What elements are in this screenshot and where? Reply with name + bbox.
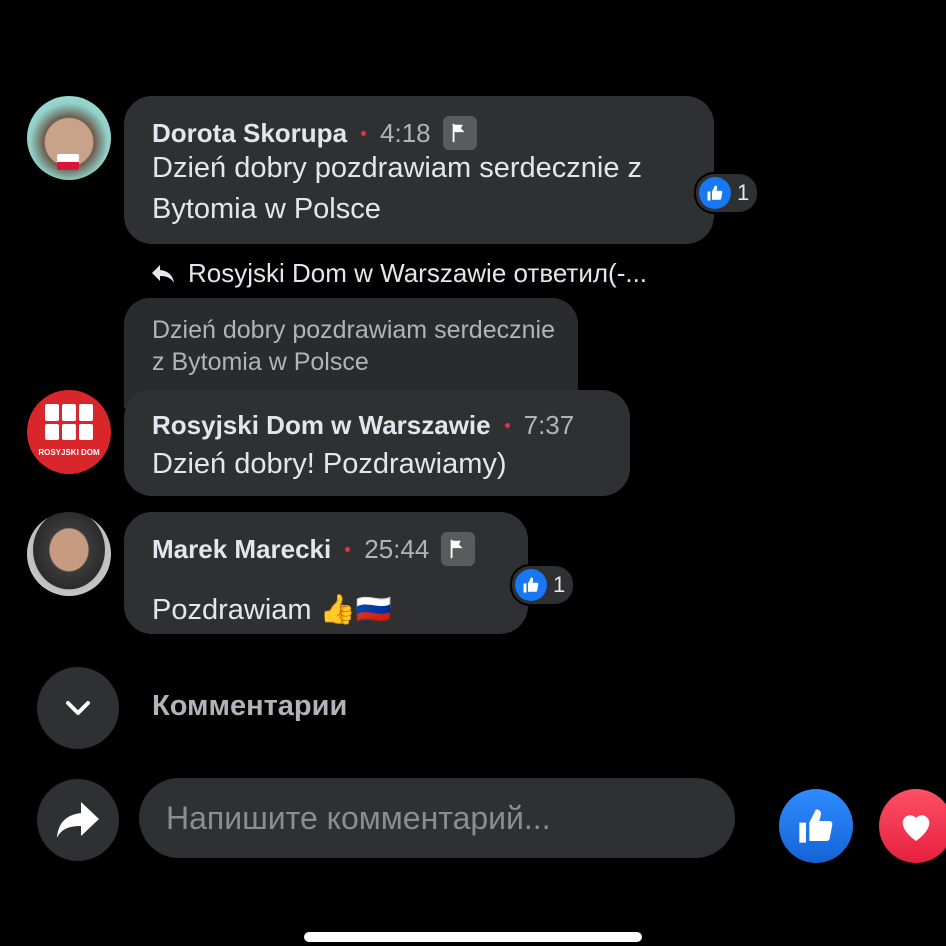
logo-text: ROSYJSKI DOM <box>38 448 100 457</box>
comment-time: 4:18 <box>380 117 431 148</box>
page-logo-icon <box>45 404 93 440</box>
separator-dot <box>361 130 367 136</box>
reaction-count-value: 1 <box>737 180 750 205</box>
quoted-text: Dzień dobry pozdrawiam serdecznie z Byto… <box>152 316 555 376</box>
top-fan-flag-icon <box>441 532 476 566</box>
home-indicator[interactable] <box>304 932 642 942</box>
separator-dot <box>504 423 510 428</box>
reply-header[interactable]: Rosyjski Dom w Warszawie ответил(-... <box>150 258 647 289</box>
comment-bubble[interactable]: Rosyjski Dom w Warszawie 7:37 Dzień dobr… <box>124 390 630 496</box>
thumbs-up-icon <box>515 569 547 601</box>
share-icon <box>57 802 99 838</box>
share-button[interactable] <box>37 779 119 861</box>
comment-meta: Dorota Skorupa 4:18 <box>152 116 477 150</box>
poland-flag-icon <box>57 154 79 170</box>
like-button[interactable] <box>779 789 853 863</box>
collapse-comments-button[interactable] <box>37 667 119 749</box>
avatar-rosyjski-dom[interactable]: ROSYJSKI DOM <box>27 390 111 474</box>
avatar-dorota-skorupa[interactable] <box>27 96 111 180</box>
comment-author[interactable]: Rosyjski Dom w Warszawie <box>152 410 491 441</box>
comments-section-label[interactable]: Комментарии <box>152 690 347 723</box>
comment-input[interactable] <box>139 778 735 858</box>
comment-text: Dzień dobry pozdrawiam serdecznie z Byto… <box>152 152 642 225</box>
chevron-down-icon <box>66 701 90 715</box>
thumbs-up-icon <box>799 809 833 843</box>
reply-header-text: Rosyjski Dom w Warszawie ответил(-... <box>188 258 648 288</box>
reaction-count-value: 1 <box>553 572 566 597</box>
reply-arrow-icon <box>152 264 174 283</box>
love-button[interactable] <box>879 789 946 863</box>
comment-text: Dzień dobry! Pozdrawiamy) <box>152 448 507 480</box>
reaction-count[interactable]: 1 <box>510 564 576 606</box>
heart-icon <box>902 815 930 841</box>
separator-dot <box>345 546 351 552</box>
comment-time: 25:44 <box>364 533 430 564</box>
comment-text: Pozdrawiam 👍🇷🇺 <box>152 594 392 626</box>
top-fan-flag-icon <box>442 116 477 150</box>
comment-meta: Marek Marecki 25:44 <box>152 532 476 566</box>
comment-meta: Rosyjski Dom w Warszawie 7:37 <box>152 410 574 441</box>
comment-bubble[interactable]: Dorota Skorupa 4:18 Dzień dobry pozdrawi… <box>124 96 714 244</box>
comment-author[interactable]: Marek Marecki <box>152 534 331 565</box>
avatar-marek-marecki[interactable] <box>27 512 111 596</box>
thumbs-up-icon <box>699 177 731 209</box>
comment-time: 7:37 <box>523 410 575 440</box>
comment-bubble[interactable]: Marek Marecki 25:44 Pozdrawiam 👍🇷🇺 <box>124 512 528 634</box>
comment-author[interactable]: Dorota Skorupa <box>152 118 347 149</box>
reaction-count[interactable]: 1 <box>694 172 760 214</box>
